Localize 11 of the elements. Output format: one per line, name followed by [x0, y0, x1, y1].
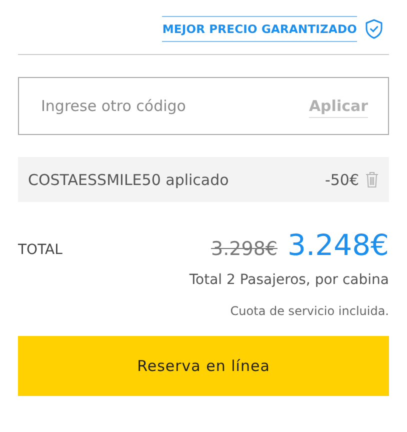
discount-amount: -50€ [324, 170, 359, 188]
trash-icon[interactable] [365, 171, 379, 188]
old-price: 3.298€ [211, 238, 278, 260]
service-fee-note: Cuota de servicio incluida. [229, 304, 389, 318]
applied-code-text: COSTAESSMILE50 aplicado [28, 170, 229, 188]
total-label: TOTAL [18, 242, 62, 258]
shield-check-icon [365, 19, 383, 39]
guarantee-link[interactable]: MEJOR PRECIO GARANTIZADO [162, 16, 357, 42]
book-online-button[interactable]: Reserva en línea [18, 336, 389, 396]
total-price: 3.248€ [288, 228, 389, 262]
passengers-text: Total 2 Pasajeros, por cabina [188, 272, 389, 288]
